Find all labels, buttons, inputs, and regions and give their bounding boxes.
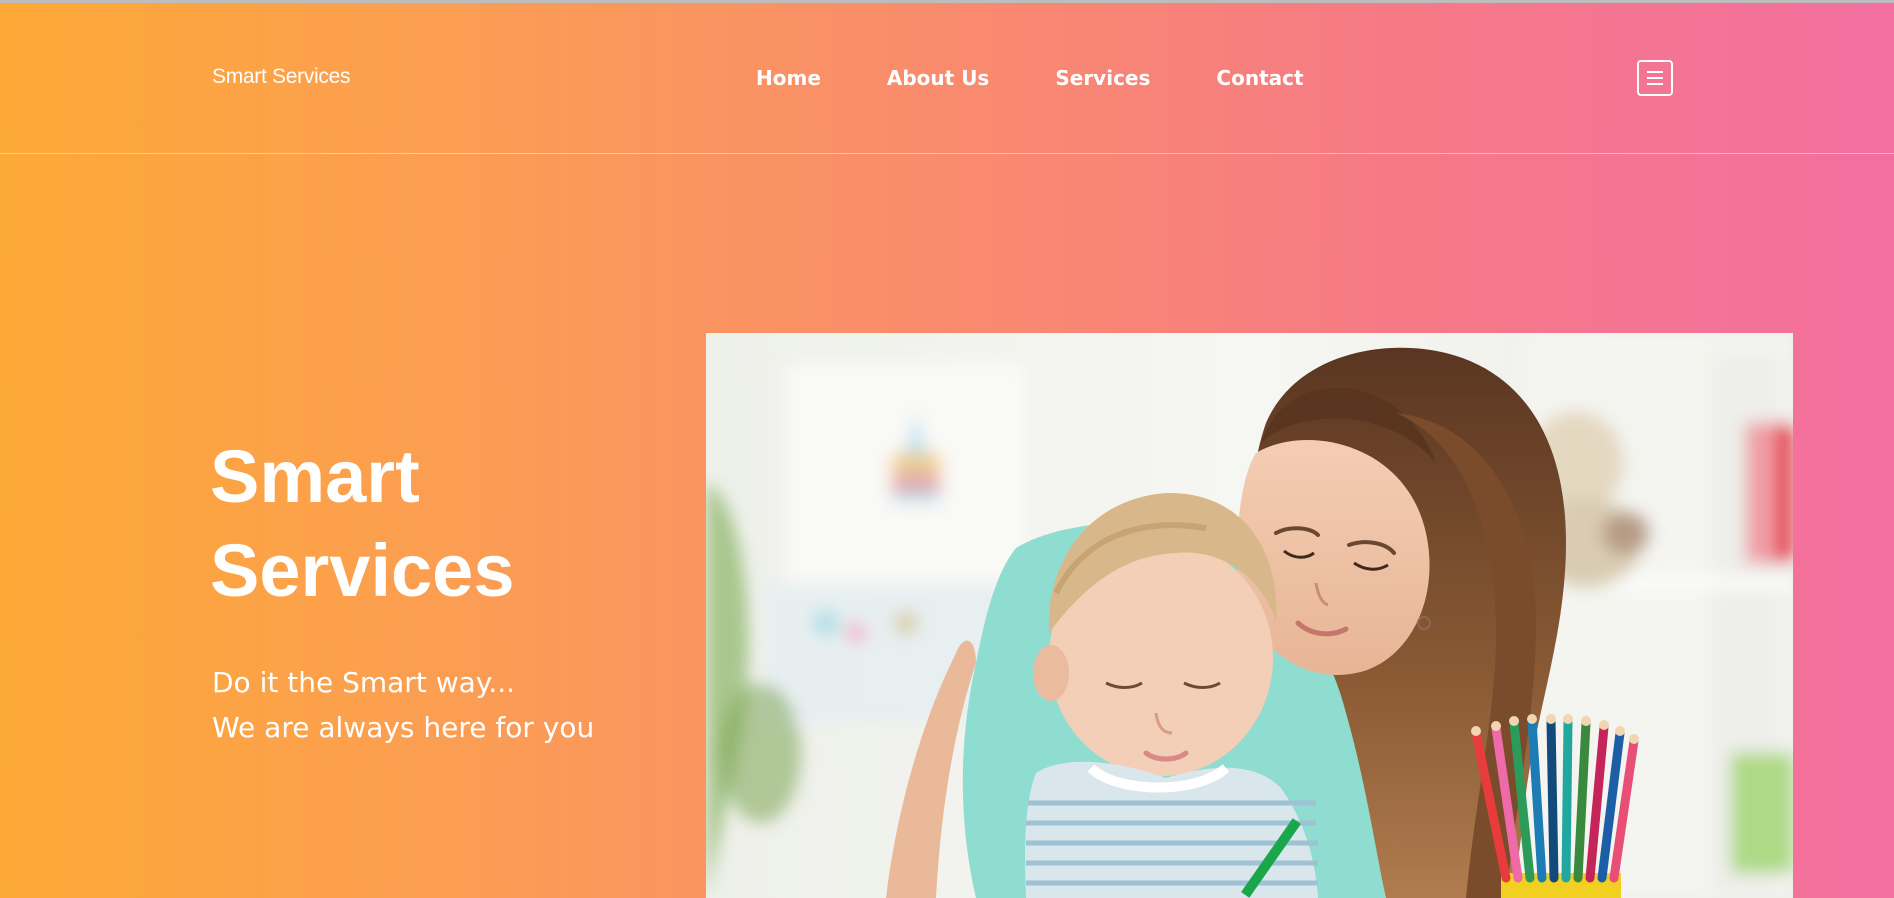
brand-logo-text[interactable]: Smart Services	[212, 65, 350, 89]
hero-subtitle: Do it the Smart way... We are always her…	[212, 660, 594, 750]
hero-title-line-1: Smart	[210, 435, 420, 518]
nav-item-home[interactable]: Home	[756, 66, 821, 90]
hero-title-line-2: Services	[210, 529, 515, 612]
main-navigation: Home About Us Services Contact	[756, 66, 1304, 90]
site-header: Smart Services Home About Us Services Co…	[0, 3, 1894, 154]
hamburger-icon	[1647, 71, 1663, 85]
landing-page: Smart Services Home About Us Services Co…	[0, 0, 1894, 898]
hero-subtitle-line-2: We are always here for you	[212, 711, 595, 744]
hero-subtitle-line-1: Do it the Smart way...	[212, 666, 516, 699]
hero-title: Smart Services	[210, 430, 630, 618]
nav-item-contact[interactable]: Contact	[1216, 66, 1303, 90]
nav-item-services[interactable]: Services	[1055, 66, 1150, 90]
nav-item-about-us[interactable]: About Us	[887, 66, 989, 90]
menu-toggle-button[interactable]	[1637, 60, 1673, 96]
hero-photo	[706, 333, 1793, 898]
